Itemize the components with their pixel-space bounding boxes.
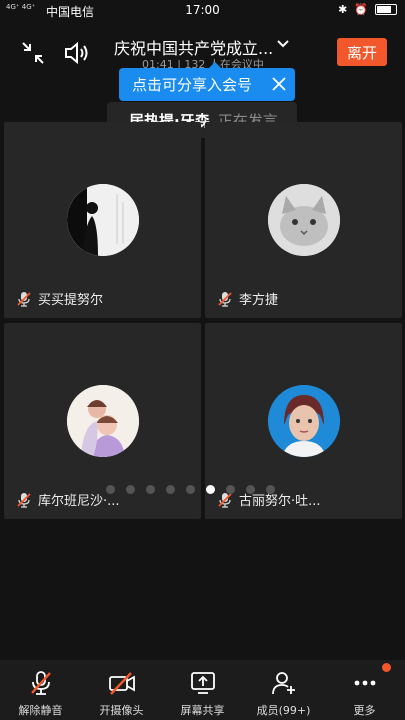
cat-avatar — [268, 184, 340, 256]
participant-label: 李方捷 — [217, 289, 278, 308]
page-dot[interactable] — [166, 485, 175, 494]
unmute-label: 解除静音 — [18, 704, 63, 717]
participant-tile[interactable]: 李方捷 — [205, 122, 402, 318]
status-bar: 4G⁺ 4G⁺ 中国电信 17:00 ✱ ⏰ — [0, 0, 405, 22]
bluetooth-icon: ✱ — [338, 3, 348, 16]
participant-label: 库尔班尼沙·... — [16, 490, 120, 509]
page-dot[interactable] — [186, 485, 195, 494]
participant-tile[interactable]: 买买提努尔 — [4, 122, 201, 318]
participant-name: 买买提努尔 — [38, 293, 104, 308]
girls-photo-avatar — [67, 385, 139, 457]
woman-photo-avatar — [268, 385, 340, 457]
mic-off-icon — [30, 671, 51, 695]
screen-share-label: 屏幕共享 — [180, 704, 225, 717]
battery-icon — [375, 4, 397, 15]
page-dot[interactable] — [206, 485, 215, 494]
screen-share-icon — [190, 672, 215, 694]
status-icons: ✱ ⏰ — [338, 3, 397, 16]
screen-share-button[interactable]: 屏幕共享 — [162, 660, 243, 720]
share-meeting-id-tip[interactable]: 点击可分享入会号 — [119, 62, 295, 101]
more-button[interactable]: 更多 — [324, 660, 405, 720]
silhouette-avatar — [67, 184, 139, 256]
notification-badge — [382, 663, 391, 672]
speaker-icon[interactable] — [62, 38, 92, 68]
share-tip-text: 点击可分享入会号 — [132, 76, 253, 94]
page-dot[interactable] — [226, 485, 235, 494]
page-dot[interactable] — [106, 485, 115, 494]
mic-muted-icon — [17, 291, 31, 307]
participant-label: 买买提努尔 — [16, 289, 103, 308]
page-dot[interactable] — [126, 485, 135, 494]
chevron-down-icon[interactable] — [276, 36, 290, 50]
participant-name: 李方捷 — [239, 293, 279, 308]
camera-button[interactable]: 开摄像头 — [81, 660, 162, 720]
bottom-toolbar: 解除静音 开摄像头 屏幕共享 成员(99+) 更多 — [0, 660, 405, 720]
members-button[interactable]: 成员(99+) — [243, 660, 324, 720]
page-dot[interactable] — [246, 485, 255, 494]
more-icon — [354, 680, 375, 686]
minimize-icon[interactable] — [18, 38, 48, 68]
members-label: 成员(99+) — [256, 704, 311, 717]
more-label: 更多 — [353, 704, 376, 717]
page-dot[interactable] — [266, 485, 275, 494]
page-dot[interactable] — [146, 485, 155, 494]
page-indicator[interactable] — [106, 485, 275, 494]
unmute-button[interactable]: 解除静音 — [0, 660, 81, 720]
leave-button[interactable]: 离开 — [337, 38, 387, 66]
mic-muted-icon — [17, 492, 31, 508]
add-member-icon — [271, 672, 295, 695]
close-icon[interactable] — [271, 76, 287, 92]
alarm-icon: ⏰ — [354, 3, 368, 16]
camera-label: 开摄像头 — [99, 704, 144, 717]
mic-muted-icon — [218, 291, 232, 307]
camera-off-icon — [108, 672, 135, 695]
